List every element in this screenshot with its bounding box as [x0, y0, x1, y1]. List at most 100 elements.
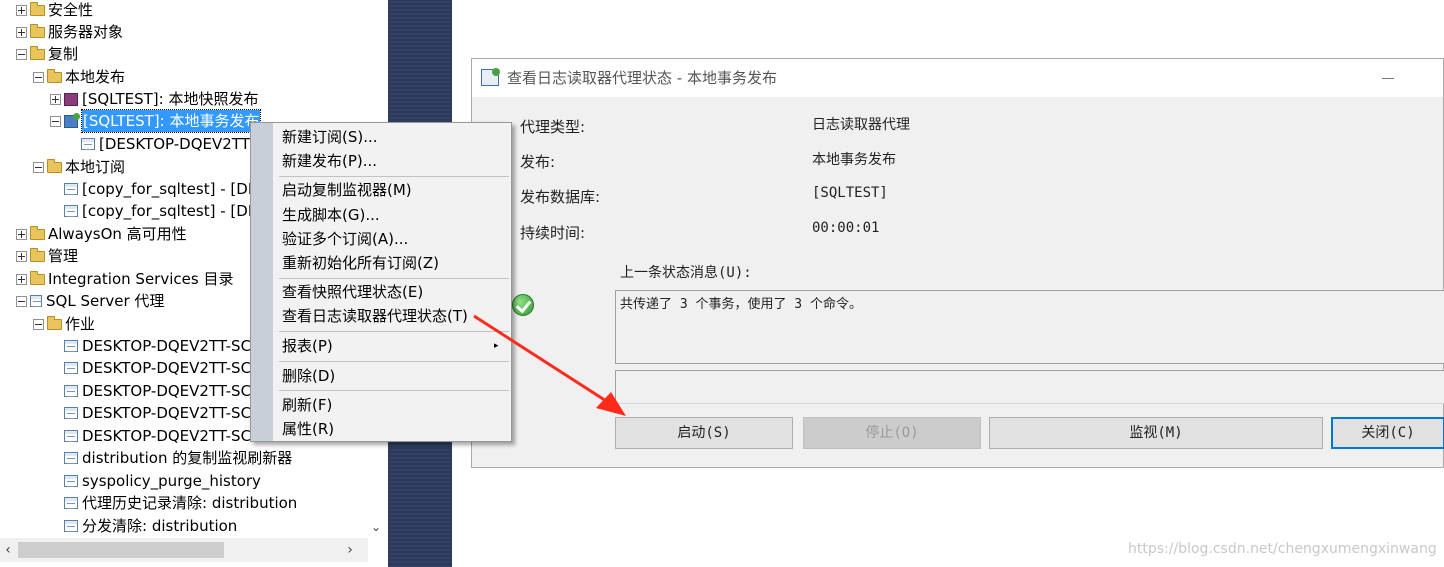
expand-plus-icon[interactable]	[16, 26, 27, 38]
menu-item-validate-subscriptions[interactable]: 验证多个订阅(A)...	[282, 227, 506, 251]
tree-node-job[interactable]: 分发清除: distribution	[64, 515, 237, 537]
start-button[interactable]: 启动(S)	[615, 417, 793, 449]
menu-item-refresh[interactable]: 刷新(F)	[282, 393, 506, 417]
tree-node-alwayson[interactable]: AlwaysOn 高可用性	[16, 223, 187, 245]
collapse-minus-icon[interactable]	[33, 161, 44, 173]
job-icon	[64, 385, 78, 397]
scroll-down-arrow-icon[interactable]: ⌄	[368, 518, 384, 536]
close-button[interactable]: 关闭(C)	[1331, 417, 1444, 449]
folder-icon	[30, 45, 45, 60]
collapse-minus-icon[interactable]	[16, 295, 27, 307]
scroll-right-arrow-icon[interactable]: ›	[342, 538, 358, 562]
expand-plus-icon[interactable]	[16, 273, 27, 285]
minimize-icon[interactable]	[1382, 78, 1394, 79]
monitor-button[interactable]: 监视(M)	[989, 417, 1323, 449]
tree-node-integration-services[interactable]: Integration Services 目录	[16, 268, 233, 290]
tree-node-job[interactable]: syspolicy_purge_history	[64, 470, 261, 492]
menu-item-launch-replication-monitor[interactable]: 启动复制监视器(M)	[282, 178, 506, 202]
collapse-minus-icon[interactable]	[50, 115, 61, 127]
success-check-icon	[512, 294, 534, 316]
tree-node-job[interactable]: distribution 的复制监视刷新器	[64, 447, 292, 469]
collapse-minus-icon[interactable]	[16, 48, 27, 60]
menu-gutter	[251, 123, 273, 441]
menu-separator	[279, 176, 509, 177]
tree-node-job[interactable]: DESKTOP-DQEV2TT-SC	[64, 402, 251, 424]
subscription-icon	[81, 138, 95, 150]
scroll-left-arrow-icon[interactable]: ‹	[0, 538, 16, 562]
scrollbar-thumb[interactable]	[18, 542, 224, 558]
tree-node-local-publications[interactable]: 本地发布	[33, 66, 125, 88]
menu-item-generate-scripts[interactable]: 生成脚本(G)...	[282, 203, 506, 227]
tree-node-subscription-2[interactable]: [copy_for_sqltest] - [DE	[64, 200, 257, 222]
folder-icon	[30, 225, 45, 240]
last-status-message-label: 上一条状态消息(U):	[620, 265, 752, 281]
tree-node-local-subscriptions[interactable]: 本地订阅	[33, 156, 125, 178]
publication-value: 本地事务发布	[812, 152, 896, 168]
tree-node-job[interactable]: DESKTOP-DQEV2TT-SC	[64, 380, 251, 402]
log-reader-agent-status-dialog: 查看日志读取器代理状态 - 本地事务发布 代理类型: 日志读取器代理 发布: 本…	[471, 58, 1444, 468]
watermark-text: https://blog.csdn.net/chengxumengxinwang	[1128, 541, 1437, 557]
tree-node-replication[interactable]: 复制	[16, 43, 78, 65]
expand-plus-icon[interactable]	[50, 93, 61, 105]
horizontal-scrollbar[interactable]: ‹ ›	[0, 538, 368, 562]
tree-node-jobs[interactable]: 作业	[33, 313, 95, 335]
context-menu: 新建订阅(S)... 新建发布(P)... 启动复制监视器(M) 生成脚本(G)…	[250, 122, 512, 442]
tree-node-publication-subscription[interactable]: [DESKTOP-DQEV2TT	[81, 133, 250, 155]
menu-item-new-subscription[interactable]: 新建订阅(S)...	[282, 125, 506, 149]
job-icon	[64, 362, 78, 374]
publication-database-value: [SQLTEST]	[812, 185, 888, 201]
menu-separator	[279, 361, 509, 362]
job-icon	[64, 520, 78, 532]
collapse-minus-icon[interactable]	[33, 318, 44, 330]
menu-separator	[279, 278, 509, 279]
menu-separator	[279, 331, 509, 332]
menu-item-reinitialize-subscriptions[interactable]: 重新初始化所有订阅(Z)	[282, 251, 506, 275]
menu-item-view-log-reader-agent-status[interactable]: 查看日志读取器代理状态(T)	[282, 304, 506, 328]
subscription-icon	[64, 205, 78, 217]
menu-item-new-publication[interactable]: 新建发布(P)...	[282, 149, 506, 173]
dialog-title: 查看日志读取器代理状态 - 本地事务发布	[507, 69, 777, 87]
folder-icon	[30, 23, 45, 38]
last-status-message-box[interactable]: 共传递了 3 个事务，使用了 3 个命令。	[615, 290, 1444, 364]
duration-value: 00:00:01	[812, 220, 880, 236]
tree-node-sql-server-agent[interactable]: SQL Server 代理	[16, 290, 164, 312]
folder-icon	[47, 68, 62, 83]
submenu-arrow-icon: ▸	[494, 341, 499, 351]
tree-node-security[interactable]: 安全性	[16, 0, 93, 21]
tree-node-job[interactable]: 代理历史记录清除: distribution	[64, 492, 297, 514]
job-icon	[64, 475, 78, 487]
menu-item-reports[interactable]: 报表(P)	[282, 334, 506, 358]
menu-item-view-snapshot-agent-status[interactable]: 查看快照代理状态(E)	[282, 280, 506, 304]
folder-icon	[30, 247, 45, 262]
job-icon	[64, 407, 78, 419]
menu-item-properties[interactable]: 属性(R)	[282, 417, 506, 441]
agent-status-icon	[481, 68, 500, 86]
folder-icon	[47, 158, 62, 173]
dialog-titlebar[interactable]: 查看日志读取器代理状态 - 本地事务发布	[472, 59, 1443, 97]
tree-node-job[interactable]: DESKTOP-DQEV2TT-SC	[64, 425, 251, 447]
tree-node-job[interactable]: DESKTOP-DQEV2TT-SC	[64, 357, 251, 379]
job-icon	[64, 452, 78, 464]
tree-node-snapshot-publication[interactable]: [SQLTEST]: 本地快照发布	[50, 88, 258, 110]
expand-plus-icon[interactable]	[16, 4, 27, 16]
tree-node-transactional-publication[interactable]: [SQLTEST]: 本地事务发布	[50, 109, 262, 133]
tree-node-server-objects[interactable]: 服务器对象	[16, 21, 123, 43]
menu-separator	[279, 390, 509, 391]
collapse-minus-icon[interactable]	[33, 71, 44, 83]
expand-plus-icon[interactable]	[16, 250, 27, 262]
expand-plus-icon[interactable]	[16, 228, 27, 240]
tree-node-subscription-1[interactable]: [copy_for_sqltest] - [DE	[64, 178, 257, 200]
folder-icon	[30, 270, 45, 285]
publication-label: 发布:	[520, 153, 556, 171]
duration-label: 持续时间:	[520, 224, 586, 242]
menu-item-delete[interactable]: 删除(D)	[282, 364, 506, 388]
publication-database-label: 发布数据库:	[520, 188, 601, 206]
agent-type-value: 日志读取器代理	[812, 117, 910, 133]
tree-node-management[interactable]: 管理	[16, 245, 78, 267]
tree-node-job[interactable]: DESKTOP-DQEV2TT-SC	[64, 335, 251, 357]
snapshot-publication-icon	[64, 92, 78, 106]
job-icon	[64, 340, 78, 352]
stop-button: 停止(O)	[803, 417, 981, 449]
agent-icon	[30, 295, 42, 307]
folder-icon	[30, 1, 45, 16]
